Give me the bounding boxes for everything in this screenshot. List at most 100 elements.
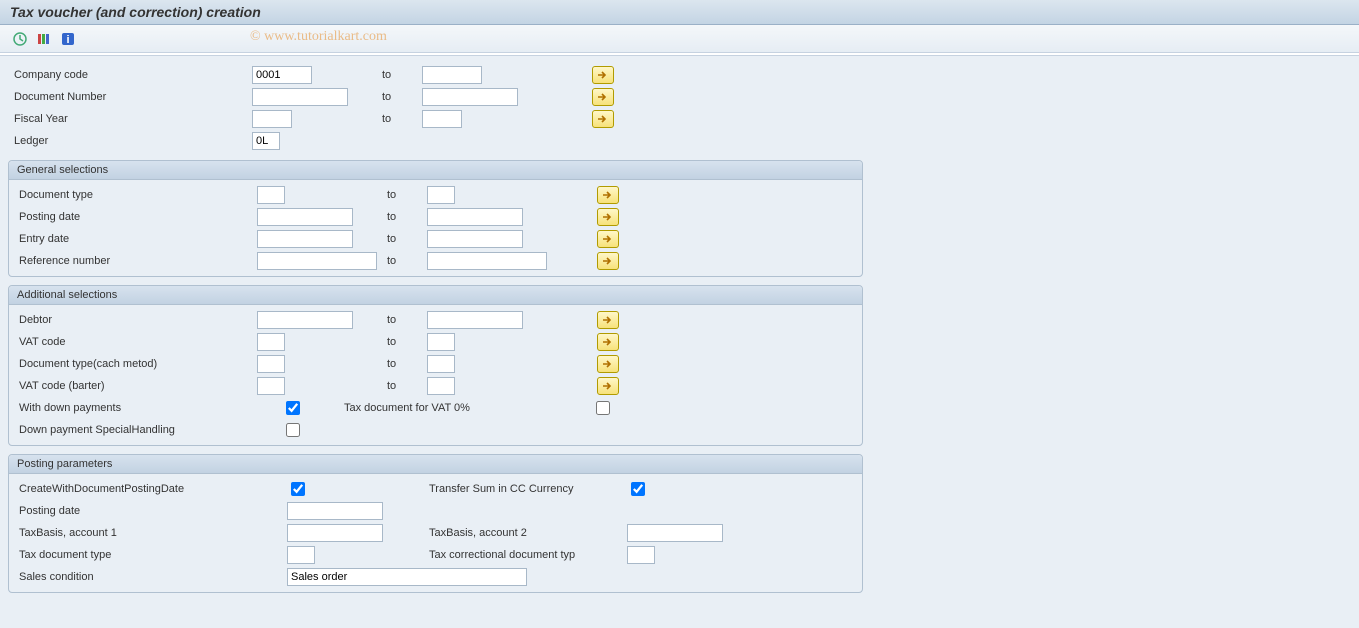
create-with-doc-date-checkbox[interactable] <box>291 482 305 496</box>
document-type-to-label: to <box>387 189 427 201</box>
tax-basis-1-input[interactable] <box>287 524 383 542</box>
vat-code-to-input[interactable] <box>427 333 455 351</box>
with-down-payments-label: With down payments <box>17 402 282 414</box>
tax-basis-1-row: TaxBasis, account 1 TaxBasis, account 2 <box>9 522 862 544</box>
company-code-to-input[interactable] <box>422 66 482 84</box>
sales-condition-row: Sales condition <box>9 566 862 588</box>
document-number-row: Document Number to <box>0 86 1359 108</box>
debtor-to-input[interactable] <box>427 311 523 329</box>
vat-code-barter-to-input[interactable] <box>427 377 455 395</box>
vat-code-multi-button[interactable] <box>597 333 619 351</box>
ledger-input[interactable] <box>252 132 280 150</box>
company-code-to-label: to <box>382 69 422 81</box>
document-type-row: Document type to <box>9 184 862 206</box>
reference-number-row: Reference number to <box>9 250 862 272</box>
vat-code-barter-from-input[interactable] <box>257 377 285 395</box>
entry-date-row: Entry date to <box>9 228 862 250</box>
vat-code-barter-label: VAT code (barter) <box>17 380 257 392</box>
with-down-payments-checkbox[interactable] <box>286 401 300 415</box>
variants-icon[interactable] <box>34 29 54 49</box>
vat-code-to-label: to <box>387 336 427 348</box>
fiscal-year-label: Fiscal Year <box>12 113 252 125</box>
vat-code-barter-multi-button[interactable] <box>597 377 619 395</box>
document-type-multi-button[interactable] <box>597 186 619 204</box>
reference-number-multi-button[interactable] <box>597 252 619 270</box>
vat-code-from-input[interactable] <box>257 333 285 351</box>
down-payment-special-row: Down payment SpecialHandling <box>9 419 862 441</box>
vat-code-barter-to-label: to <box>387 380 427 392</box>
debtor-multi-button[interactable] <box>597 311 619 329</box>
company-code-row: Company code to <box>0 64 1359 86</box>
posting-date-label: Posting date <box>17 211 257 223</box>
doc-type-cash-to-input[interactable] <box>427 355 455 373</box>
tax-doc-vat0-checkbox[interactable] <box>596 401 610 415</box>
posting-date-to-label: to <box>387 211 427 223</box>
additional-selections-header: Additional selections <box>9 286 862 305</box>
posting-date-multi-button[interactable] <box>597 208 619 226</box>
tax-doc-type-label: Tax document type <box>17 549 287 561</box>
create-with-doc-date-row: CreateWithDocumentPostingDate Transfer S… <box>9 478 862 500</box>
vat-code-label: VAT code <box>17 336 257 348</box>
posting-date-pp-input[interactable] <box>287 502 383 520</box>
doc-type-cash-from-input[interactable] <box>257 355 285 373</box>
fiscal-year-row: Fiscal Year to <box>0 108 1359 130</box>
doc-type-cash-row: Document type(cach metod) to <box>9 353 862 375</box>
document-type-from-input[interactable] <box>257 186 285 204</box>
info-icon[interactable]: i <box>58 29 78 49</box>
document-type-label: Document type <box>17 189 257 201</box>
general-selections-header: General selections <box>9 161 862 180</box>
tax-corr-doc-type-input[interactable] <box>627 546 655 564</box>
document-number-from-input[interactable] <box>252 88 348 106</box>
transfer-sum-cc-label: Transfer Sum in CC Currency <box>427 483 627 495</box>
reference-number-from-input[interactable] <box>257 252 377 270</box>
tax-corr-doc-type-label: Tax correctional document typ <box>427 549 627 561</box>
down-payment-special-label: Down payment SpecialHandling <box>17 424 282 436</box>
vat-code-row: VAT code to <box>9 331 862 353</box>
posting-date-to-input[interactable] <box>427 208 523 226</box>
entry-date-multi-button[interactable] <box>597 230 619 248</box>
toolbar: i © www.tutorialkart.com <box>0 25 1359 53</box>
fiscal-year-from-input[interactable] <box>252 110 292 128</box>
main-content: Company code to Document Number to Fisca… <box>0 55 1359 628</box>
posting-parameters-group: Posting parameters CreateWithDocumentPos… <box>8 454 863 593</box>
document-type-to-input[interactable] <box>427 186 455 204</box>
down-payment-special-checkbox[interactable] <box>286 423 300 437</box>
company-code-from-input[interactable] <box>252 66 312 84</box>
sales-condition-label: Sales condition <box>17 571 287 583</box>
tax-doc-type-row: Tax document type Tax correctional docum… <box>9 544 862 566</box>
tax-doc-type-input[interactable] <box>287 546 315 564</box>
create-with-doc-date-label: CreateWithDocumentPostingDate <box>17 483 287 495</box>
document-number-label: Document Number <box>12 91 252 103</box>
execute-icon[interactable] <box>10 29 30 49</box>
debtor-row: Debtor to <box>9 309 862 331</box>
watermark: © www.tutorialkart.com <box>250 29 387 45</box>
additional-selections-group: Additional selections Debtor to VAT code… <box>8 285 863 446</box>
fiscal-year-multi-button[interactable] <box>592 110 614 128</box>
debtor-from-input[interactable] <box>257 311 353 329</box>
posting-date-from-input[interactable] <box>257 208 353 226</box>
ledger-row: Ledger <box>0 130 1359 152</box>
doc-type-cash-multi-button[interactable] <box>597 355 619 373</box>
document-number-to-label: to <box>382 91 422 103</box>
general-selections-group: General selections Document type to Post… <box>8 160 863 277</box>
sales-condition-input[interactable] <box>287 568 527 586</box>
with-down-payments-row: With down payments Tax document for VAT … <box>9 397 862 419</box>
vat-code-barter-row: VAT code (barter) to <box>9 375 862 397</box>
entry-date-to-input[interactable] <box>427 230 523 248</box>
fiscal-year-to-input[interactable] <box>422 110 462 128</box>
company-code-multi-button[interactable] <box>592 66 614 84</box>
entry-date-from-input[interactable] <box>257 230 353 248</box>
posting-date-pp-label: Posting date <box>17 505 287 517</box>
entry-date-to-label: to <box>387 233 427 245</box>
company-code-label: Company code <box>12 69 252 81</box>
posting-date-pp-row: Posting date <box>9 500 862 522</box>
document-number-multi-button[interactable] <box>592 88 614 106</box>
document-number-to-input[interactable] <box>422 88 518 106</box>
doc-type-cash-label: Document type(cach metod) <box>17 358 257 370</box>
tax-basis-2-input[interactable] <box>627 524 723 542</box>
reference-number-to-input[interactable] <box>427 252 547 270</box>
svg-text:i: i <box>66 34 69 46</box>
debtor-label: Debtor <box>17 314 257 326</box>
debtor-to-label: to <box>387 314 427 326</box>
transfer-sum-cc-checkbox[interactable] <box>631 482 645 496</box>
